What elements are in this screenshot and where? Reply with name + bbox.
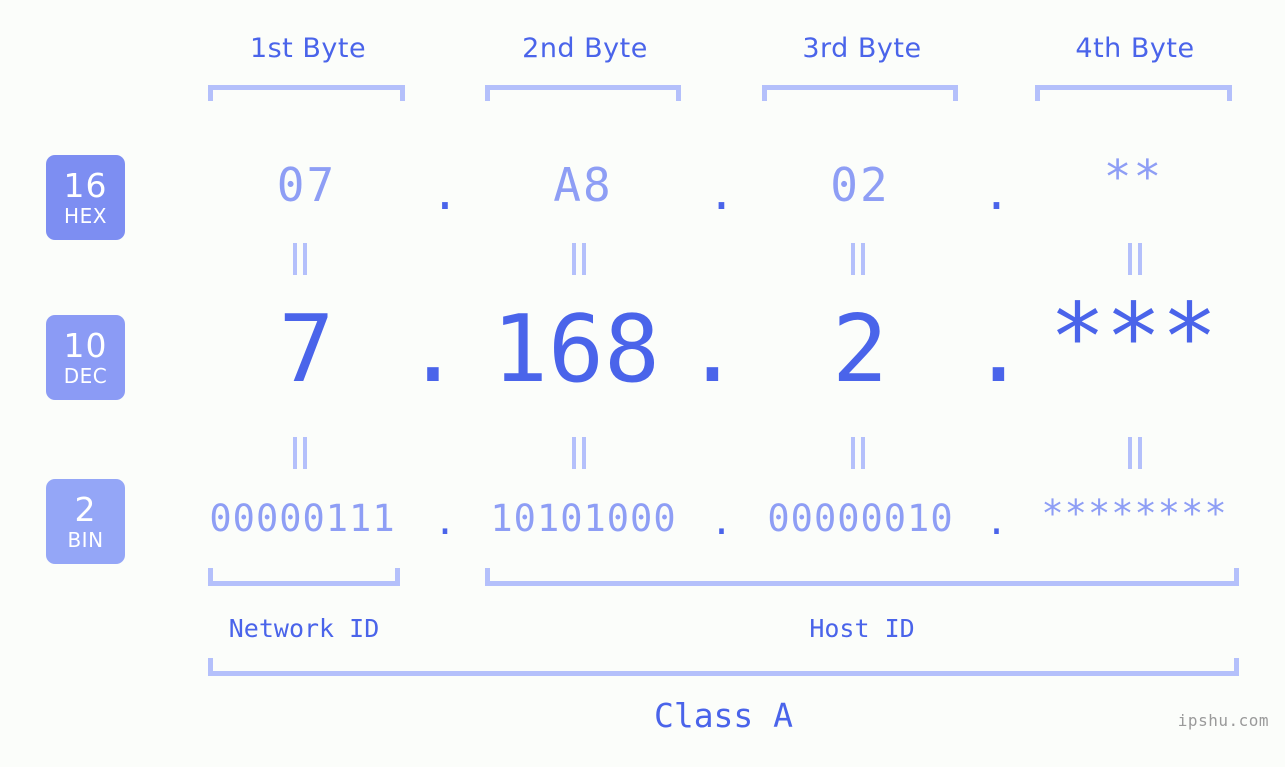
- dec-byte-1: 7: [278, 295, 335, 403]
- equals-symbol-dec-bin-2: [572, 437, 586, 469]
- base-badge-hex-number: 16: [63, 166, 108, 205]
- base-badge-bin-unit: BIN: [67, 528, 104, 552]
- byte-bracket-2: [485, 85, 681, 101]
- byte-bracket-3: [762, 85, 958, 101]
- host-id-label: Host ID: [809, 614, 915, 643]
- host-id-bracket: [485, 568, 1239, 586]
- base-badge-hex-unit: HEX: [64, 204, 107, 228]
- equals-symbol-hex-dec-1: [293, 243, 307, 275]
- hex-separator-2: .: [707, 166, 736, 220]
- hex-byte-4: **: [1103, 150, 1164, 204]
- dec-separator-2: .: [684, 295, 741, 403]
- class-bracket: [208, 658, 1239, 676]
- byte-header-1: 1st Byte: [249, 33, 367, 64]
- hex-separator-1: .: [431, 166, 459, 220]
- bin-separator-2: .: [710, 500, 733, 543]
- equals-symbol-hex-dec-3: [851, 243, 865, 275]
- base-badge-dec-unit: DEC: [63, 364, 108, 388]
- equals-symbol-dec-bin-4: [1128, 437, 1142, 469]
- base-badge-bin-number: 2: [74, 490, 97, 529]
- network-id-bracket: [208, 568, 400, 586]
- bin-separator-1: .: [433, 500, 457, 543]
- byte-header-4: 4th Byte: [1075, 33, 1195, 64]
- bin-byte-1: 00000111: [209, 497, 396, 540]
- base-badge-dec-number: 10: [63, 326, 108, 365]
- dec-separator-1: .: [405, 295, 461, 403]
- bin-byte-2: 10101000: [490, 497, 677, 540]
- watermark: ipshu.com: [1177, 711, 1269, 730]
- hex-separator-3: .: [982, 166, 1011, 220]
- hex-byte-3: 02: [830, 158, 890, 212]
- byte-bracket-1: [208, 85, 405, 101]
- byte-header-2: 2nd Byte: [522, 33, 648, 64]
- bin-byte-3: 00000010: [767, 497, 954, 540]
- base-badge-hex: 16 HEX: [46, 155, 125, 240]
- hex-byte-2: A8: [553, 158, 613, 212]
- hex-byte-1: 07: [276, 158, 337, 212]
- dec-separator-3: .: [970, 295, 1027, 403]
- bin-separator-3: .: [985, 500, 1008, 543]
- dec-byte-2: 168: [492, 295, 660, 403]
- ip-byte-breakdown-diagram: 1st Byte 2nd Byte 3rd Byte 4th Byte 16 H…: [0, 0, 1285, 767]
- dec-byte-3: 2: [832, 295, 888, 403]
- equals-symbol-hex-dec-2: [572, 243, 586, 275]
- equals-symbol-dec-bin-3: [851, 437, 865, 469]
- equals-symbol-hex-dec-4: [1128, 243, 1142, 275]
- class-label: Class A: [653, 696, 794, 735]
- equals-symbol-dec-bin-1: [293, 437, 307, 469]
- base-badge-bin: 2 BIN: [46, 479, 125, 564]
- bin-byte-4: ********: [1041, 492, 1228, 535]
- dec-byte-4: ***: [1049, 283, 1218, 391]
- base-badge-dec: 10 DEC: [46, 315, 125, 400]
- byte-header-3: 3rd Byte: [802, 33, 922, 64]
- byte-bracket-4: [1035, 85, 1232, 101]
- network-id-label: Network ID: [228, 614, 380, 643]
